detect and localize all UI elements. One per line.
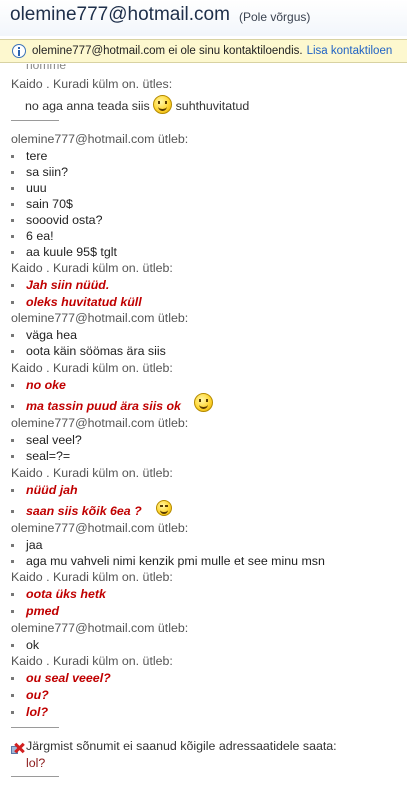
add-contact-link[interactable]: Lisa kontaktiloen	[307, 45, 393, 57]
message-line: no aga anna teada siis suhthuvitatud	[25, 95, 249, 117]
message-text: no aga anna teada siis	[25, 99, 150, 113]
sender-line: olemine777@hotmail.com ütleb:	[11, 416, 189, 430]
clipped-message: nomme	[26, 64, 67, 72]
sender-line: Kaido . Kuradi külm on. ütles:	[11, 77, 173, 91]
contact-email-title: olemine777@hotmail.com	[10, 4, 230, 25]
smiley-emoticon	[194, 393, 213, 412]
contact-status: (Pole võrgus)	[239, 10, 311, 24]
sender-line: olemine777@hotmail.com ütleb:	[11, 521, 189, 535]
conversation-header: olemine777@hotmail.com (Pole võrgus)	[0, 0, 407, 36]
sender-line: Kaido . Kuradi külm on. ütleb:	[11, 466, 173, 480]
sender-line: Kaido . Kuradi külm on. ütleb:	[11, 654, 173, 668]
sender-line: olemine777@hotmail.com ütleb:	[11, 311, 189, 325]
sender-line: olemine777@hotmail.com ütleb:	[11, 621, 189, 635]
message-separator	[11, 727, 59, 728]
infobar-message: olemine777@hotmail.com ei ole sinu konta…	[32, 45, 303, 57]
sender-line: olemine777@hotmail.com ütleb:	[11, 132, 189, 146]
info-icon	[12, 44, 26, 58]
message-separator	[11, 120, 59, 121]
sender-line: Kaido . Kuradi külm on. ütleb:	[11, 361, 173, 375]
not-in-contacts-infobar: olemine777@hotmail.com ei ole sinu konta…	[0, 39, 407, 63]
message-separator	[11, 776, 59, 777]
send-error-text: Järgmist sõnumit ei saanud kõigile adres…	[26, 739, 337, 753]
send-error-notice: Järgmist sõnumit ei saanud kõigile adres…	[0, 738, 407, 755]
infobar-text: olemine777@hotmail.com ei ole sinu konta…	[32, 45, 392, 57]
failed-message: lol?	[26, 756, 46, 770]
send-error-icon	[11, 742, 25, 754]
wink-emoticon	[156, 500, 172, 516]
message-text-tail: suhthuvitatud	[175, 99, 250, 113]
sender-line: Kaido . Kuradi külm on. ütleb:	[11, 261, 173, 275]
sender-line: Kaido . Kuradi külm on. ütleb:	[11, 570, 173, 584]
conversation-history[interactable]: nomme Kaido . Kuradi külm on. ütles: no …	[0, 64, 407, 791]
smiley-emoticon	[153, 95, 173, 114]
